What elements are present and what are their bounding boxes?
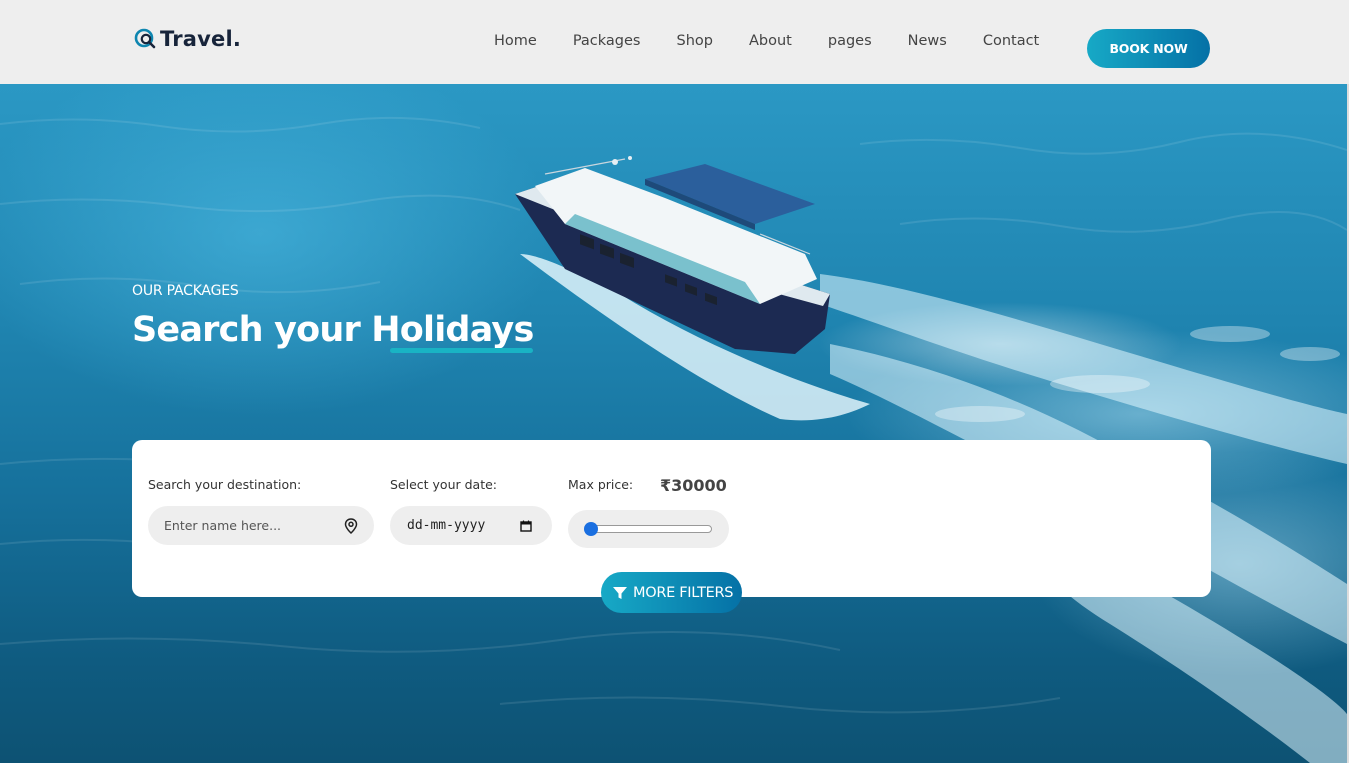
site-logo[interactable]: Travel. (134, 27, 241, 51)
boat-image (515, 156, 830, 354)
price-slider-field (568, 510, 729, 548)
nav-pages[interactable]: pages (828, 31, 872, 51)
price-slider-track[interactable] (590, 525, 712, 533)
price-label: Max price: (568, 477, 634, 492)
destination-field[interactable] (148, 506, 374, 545)
site-header: Travel. Home Packages Shop About pages N… (0, 0, 1349, 84)
title-underline (390, 348, 533, 353)
search-globe-icon (134, 28, 156, 49)
logo-text: Travel. (160, 27, 242, 51)
filter-icon (613, 586, 627, 599)
date-label: Select your date: (390, 477, 498, 492)
hero-section: OUR PACKAGES Search your Holidays (0, 84, 1347, 763)
calendar-icon[interactable] (520, 520, 532, 532)
destination-label: Search your destination: (148, 477, 302, 492)
nav-news[interactable]: News (908, 31, 947, 51)
nav-shop[interactable]: Shop (677, 31, 713, 51)
nav-home[interactable]: Home (494, 31, 537, 51)
location-pin-icon (344, 517, 358, 534)
nav-about[interactable]: About (749, 31, 792, 51)
book-now-button[interactable]: BOOK NOW (1087, 29, 1210, 68)
more-filters-button[interactable]: MORE FILTERS (601, 572, 742, 613)
section-eyebrow: OUR PACKAGES (132, 283, 239, 299)
date-field[interactable]: dd-mm-yyyy (390, 506, 552, 545)
main-nav: Home Packages Shop About pages News Cont… (494, 31, 1039, 51)
destination-input[interactable] (164, 518, 334, 533)
more-filters-label: MORE FILTERS (633, 584, 734, 601)
nav-contact[interactable]: Contact (983, 31, 1039, 51)
max-price-value: ₹30000 (660, 476, 727, 495)
price-slider-thumb[interactable] (584, 522, 598, 536)
page-title: Search your Holidays (132, 310, 534, 350)
date-input[interactable]: dd-mm-yyyy (407, 518, 515, 533)
nav-packages[interactable]: Packages (573, 31, 641, 51)
